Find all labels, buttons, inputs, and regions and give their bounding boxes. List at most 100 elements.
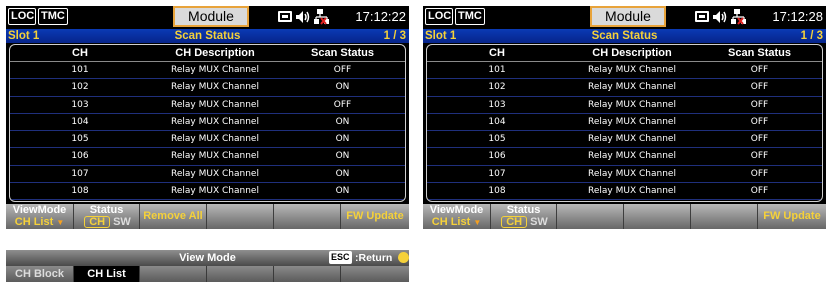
cell-description: Relay MUX Channel (588, 99, 676, 110)
status-sw-option: SW (530, 216, 548, 228)
cell-scan-status: ON (335, 116, 350, 127)
table-header: CH CH Description Scan Status (427, 45, 822, 62)
status-softkey[interactable]: Status CH SW (491, 204, 557, 229)
table-row[interactable]: 106 Relay MUX Channel OFF (427, 148, 822, 166)
table-row[interactable]: 105 Relay MUX Channel OFF (427, 131, 822, 149)
cell-ch: 107 (488, 168, 506, 179)
cell-description: Relay MUX Channel (171, 116, 259, 127)
cell-scan-status: OFF (750, 151, 769, 162)
view-mode-key-4[interactable] (207, 266, 274, 282)
table-row[interactable]: 103 Relay MUX Channel OFF (10, 97, 405, 114)
table-row[interactable]: 107 Relay MUX Channel ON (10, 166, 405, 184)
cell-description: Relay MUX Channel (171, 151, 259, 162)
cell-ch: 106 (488, 151, 506, 162)
cell-scan-status: ON (335, 134, 350, 145)
view-mode-key-6[interactable] (341, 266, 409, 282)
table-row[interactable]: 108 Relay MUX Channel ON (10, 183, 405, 201)
keyboard-icon (695, 11, 709, 22)
view-mode-key-3[interactable] (140, 266, 207, 282)
fw-update-label: FW Update (763, 210, 821, 222)
ch-block-option[interactable]: CH Block (6, 266, 74, 282)
cell-description: Relay MUX Channel (588, 134, 676, 145)
cell-description: Relay MUX Channel (171, 65, 259, 75)
softkey-3[interactable] (557, 204, 624, 229)
table-row[interactable]: 102 Relay MUX Channel ON (10, 79, 405, 97)
keyboard-icon (278, 11, 292, 22)
cell-ch: 103 (71, 99, 89, 110)
table-row[interactable]: 105 Relay MUX Channel ON (10, 131, 405, 149)
header-description: CH Description (592, 47, 672, 59)
esc-key-label: ESC (329, 251, 352, 264)
cell-description: Relay MUX Channel (588, 168, 676, 179)
cell-scan-status: OFF (750, 168, 769, 179)
cell-ch: 108 (488, 186, 506, 197)
table-row[interactable]: 101 Relay MUX Channel OFF (10, 62, 405, 80)
header-ch: CH (489, 47, 505, 59)
loc-badge: LOC (8, 8, 36, 25)
view-mode-menu: View Mode ESC :Return CH Block CH List (6, 250, 409, 282)
softkey-4[interactable] (624, 204, 691, 229)
cell-description: Relay MUX Channel (171, 82, 259, 93)
table-row[interactable]: 104 Relay MUX Channel OFF (427, 114, 822, 132)
table-row[interactable]: 107 Relay MUX Channel OFF (427, 166, 822, 184)
slot-label: Slot 1 (425, 30, 457, 42)
page-indicator: 1 / 3 (383, 30, 406, 42)
status-ch-option: CH (84, 216, 111, 228)
remove-all-button[interactable]: Remove All (140, 204, 207, 229)
cell-ch: 104 (71, 116, 89, 127)
tmc-badge: TMC (455, 8, 485, 25)
table-row[interactable]: 104 Relay MUX Channel ON (10, 114, 405, 132)
fw-update-button[interactable]: FW Update (758, 204, 826, 229)
cell-ch: 106 (71, 151, 89, 162)
table-row[interactable]: 101 Relay MUX Channel OFF (427, 62, 822, 80)
section-title: Scan Status (174, 30, 241, 42)
cell-ch: 101 (488, 65, 506, 75)
viewmode-value: CH List (431, 216, 471, 228)
table-row[interactable]: 108 Relay MUX Channel OFF (427, 183, 822, 201)
table-row[interactable]: 103 Relay MUX Channel OFF (427, 97, 822, 114)
header-scan-status: Scan Status (728, 47, 791, 59)
status-softkey[interactable]: Status CH SW (74, 204, 140, 229)
cell-ch: 105 (71, 134, 89, 145)
viewmode-label: ViewMode (429, 204, 484, 216)
view-mode-header: View Mode ESC :Return (6, 250, 409, 266)
view-mode-key-5[interactable] (274, 266, 341, 282)
softkey-5[interactable] (274, 204, 341, 229)
cell-description: Relay MUX Channel (588, 151, 676, 162)
ch-list-option[interactable]: CH List (74, 266, 140, 282)
network-icon (731, 9, 746, 25)
network-icon (314, 9, 329, 25)
status-sw-option: SW (113, 216, 131, 228)
table-header: CH CH Description Scan Status (10, 45, 405, 62)
cell-description: Relay MUX Channel (171, 186, 259, 197)
header-description: CH Description (175, 47, 255, 59)
cell-description: Relay MUX Channel (171, 134, 259, 145)
status-label: Status (89, 204, 124, 216)
status-icons (278, 9, 329, 25)
page-title: Module (173, 6, 249, 27)
table-row[interactable]: 102 Relay MUX Channel OFF (427, 79, 822, 97)
viewmode-softkey[interactable]: ViewMode CH List ▼ (423, 204, 491, 229)
table-row[interactable]: 106 Relay MUX Channel ON (10, 148, 405, 166)
cell-ch: 108 (71, 186, 89, 197)
cell-scan-status: OFF (333, 65, 352, 75)
softkey-bar: ViewMode CH List ▼ Status CH SW Remove Al… (6, 204, 409, 229)
cell-scan-status: OFF (750, 65, 769, 75)
softkey-bar: ViewMode CH List ▼ Status CH SW FW Update (423, 204, 826, 229)
cell-ch: 103 (488, 99, 506, 110)
cell-scan-status: OFF (750, 134, 769, 145)
fw-update-button[interactable]: FW Update (341, 204, 409, 229)
status-bar: LOC TMC Module 17:12:28 (423, 6, 826, 28)
loc-badge: LOC (425, 8, 453, 25)
status-bar: LOC TMC Module 17:12:22 (6, 6, 409, 28)
module-screen-1: LOC TMC Module 17:12:22 Scan Status Slot… (6, 6, 409, 229)
cell-scan-status: ON (335, 168, 350, 179)
slot-bar: Scan Status Slot 1 1 / 3 (6, 29, 409, 43)
softkey-5[interactable] (691, 204, 758, 229)
speaker-icon (713, 11, 727, 23)
softkey-4[interactable] (207, 204, 274, 229)
viewmode-softkey[interactable]: ViewMode CH List ▼ (6, 204, 74, 229)
status-ch-option: CH (501, 216, 528, 228)
clock: 17:12:22 (355, 9, 406, 24)
viewmode-label: ViewMode (12, 204, 67, 216)
